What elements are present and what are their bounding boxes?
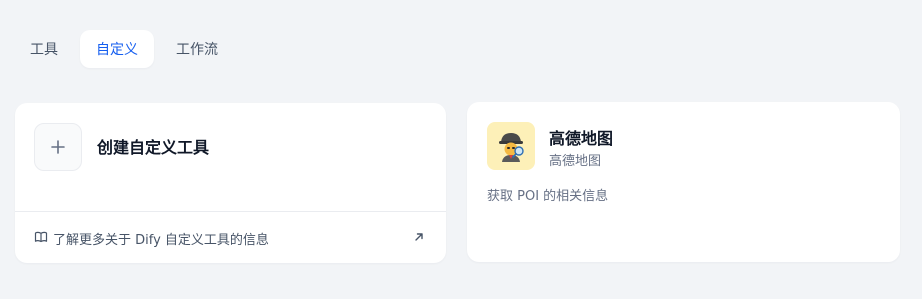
create-custom-tool-card[interactable]: 创建自定义工具 了解更多关于 Dify 自定义工具的信息 [15,103,446,263]
tool-name: 高德地图 [549,129,614,148]
create-custom-tool-title: 创建自定义工具 [97,138,210,157]
learn-more-link[interactable]: 了解更多关于 Dify 自定义工具的信息 [34,229,269,248]
tool-card-amap[interactable]: 高德地图 高德地图 获取 POI 的相关信息 [467,102,900,262]
learn-more-text: 了解更多关于 Dify 自定义工具的信息 [53,233,269,248]
arrow-up-right-icon[interactable] [412,230,426,244]
plus-icon[interactable] [34,123,82,171]
tool-author: 高德地图 [549,154,602,169]
tab-tools[interactable]: 工具 [14,30,74,68]
detective-emoji-icon [487,122,535,170]
tab-custom[interactable]: 自定义 [80,30,154,68]
tool-description: 获取 POI 的相关信息 [487,189,609,204]
tab-bar: 工具 自定义 工作流 [14,30,234,68]
book-open-icon [34,230,48,248]
tab-workflow[interactable]: 工作流 [160,30,234,68]
card-divider [15,211,446,212]
